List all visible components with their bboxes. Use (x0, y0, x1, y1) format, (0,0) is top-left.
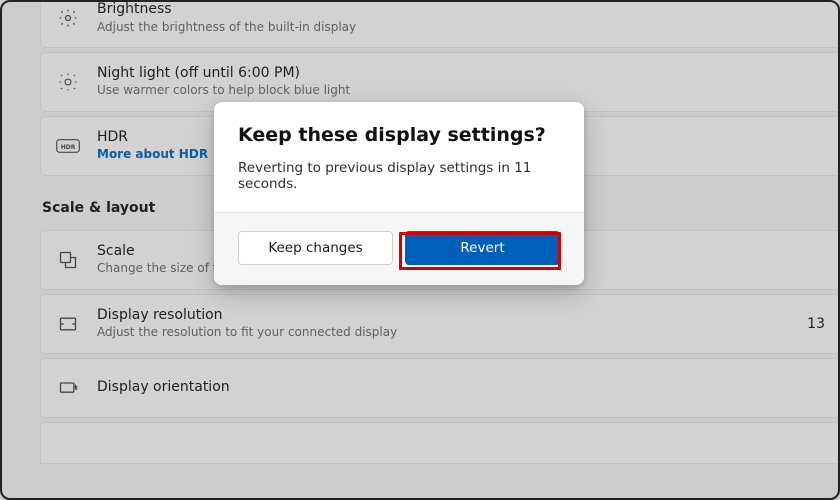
hdr-icon: HDR (55, 138, 81, 154)
row-title: HDR (97, 129, 208, 147)
resolution-icon (55, 314, 81, 334)
row-sub: Use warmer colors to help block blue lig… (97, 83, 350, 98)
row-sub: Adjust the brightness of the built-in di… (97, 20, 356, 35)
hdr-more-link[interactable]: More about HDR (97, 147, 208, 162)
keep-changes-button[interactable]: Keep changes (238, 231, 393, 265)
night-light-icon (55, 72, 81, 92)
row-texts: Display resolution Adjust the resolution… (97, 307, 397, 341)
row-texts: Display orientation (97, 379, 230, 397)
dialog-message: Reverting to previous display settings i… (238, 160, 560, 192)
row-texts: HDR More about HDR (97, 129, 208, 163)
row-title: Display orientation (97, 379, 230, 397)
row-resolution[interactable]: Display resolution Adjust the resolution… (40, 294, 840, 354)
scale-icon (55, 250, 81, 270)
row-title: Night light (off until 6:00 PM) (97, 65, 350, 83)
revert-button[interactable]: Revert (405, 231, 560, 265)
orientation-icon (55, 378, 81, 398)
row-title: Display resolution (97, 307, 397, 325)
row-title: Brightness (97, 1, 356, 19)
row-brightness[interactable]: Brightness Adjust the brightness of the … (40, 0, 840, 48)
row-sub: Adjust the resolution to fit your connec… (97, 325, 397, 340)
row-multiple-displays[interactable] (40, 422, 840, 464)
row-texts: Brightness Adjust the brightness of the … (97, 1, 356, 35)
brightness-icon (55, 8, 81, 28)
dialog-title: Keep these display settings? (238, 124, 560, 146)
svg-text:HDR: HDR (61, 143, 76, 150)
keep-settings-dialog: Keep these display settings? Reverting t… (214, 102, 584, 285)
resolution-value: 13 (807, 316, 825, 332)
row-orientation[interactable]: Display orientation (40, 358, 840, 418)
row-texts: Night light (off until 6:00 PM) Use warm… (97, 65, 350, 99)
